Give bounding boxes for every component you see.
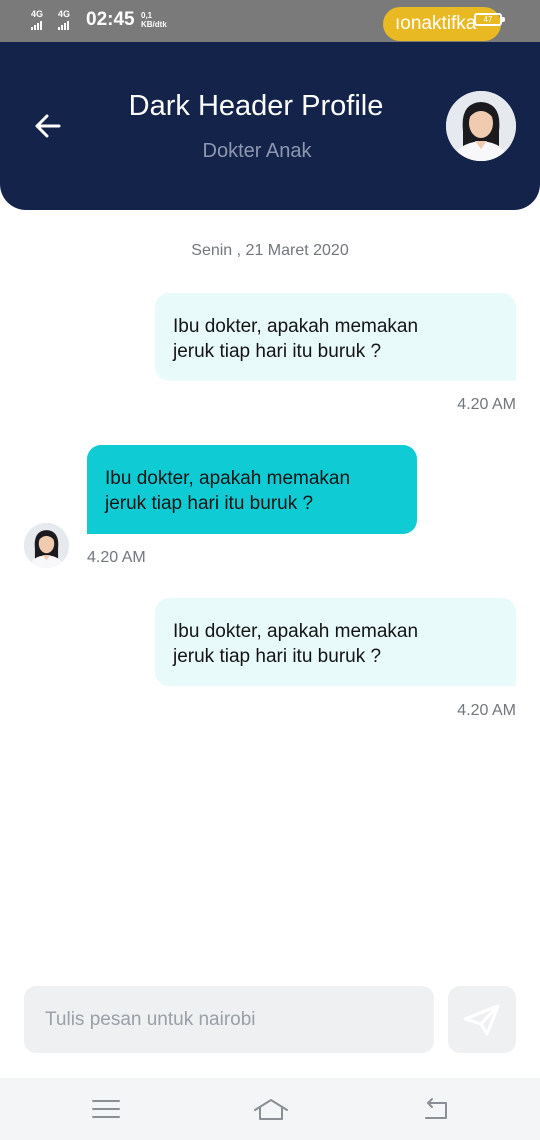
menu-icon[interactable] bbox=[90, 1094, 122, 1124]
network-label-2: 4G bbox=[58, 9, 71, 19]
profile-header: Dark Header Profile Dokter Anak bbox=[0, 42, 540, 210]
message-bubble-outgoing[interactable]: Ibu dokter, apakah memakan jeruk tiap ha… bbox=[155, 293, 516, 381]
message-time: 4.20 AM bbox=[457, 396, 516, 413]
send-icon bbox=[463, 1004, 500, 1036]
sender-avatar[interactable] bbox=[24, 523, 69, 568]
message-line: Ibu dokter, apakah memakan bbox=[173, 621, 419, 642]
doctor-avatar[interactable] bbox=[446, 91, 516, 161]
network-speed: 0,1 KB/dtk bbox=[141, 11, 167, 29]
speed-unit: KB/dtk bbox=[141, 20, 167, 29]
network-label-1: 4G bbox=[31, 9, 44, 19]
battery-icon: 47 bbox=[474, 13, 505, 26]
back-nav-icon[interactable] bbox=[420, 1094, 452, 1124]
message-line: jeruk tiap hari itu buruk ? bbox=[173, 646, 382, 667]
page-title: Dark Header Profile bbox=[128, 90, 384, 122]
speed-value: 0,1 bbox=[141, 11, 153, 20]
home-icon[interactable] bbox=[252, 1094, 290, 1124]
message-input[interactable] bbox=[24, 986, 434, 1053]
status-clock: 02:45 bbox=[86, 9, 135, 30]
signal-icon-2: 4G bbox=[58, 10, 70, 30]
message-line: Ibu dokter, apakah memakan bbox=[173, 316, 419, 337]
page-subtitle: Dokter Anak bbox=[202, 140, 312, 162]
message-bubble-outgoing[interactable]: Ibu dokter, apakah memakan jeruk tiap ha… bbox=[155, 598, 516, 686]
message-line: jeruk tiap hari itu buruk ? bbox=[105, 493, 314, 514]
message-bubble-incoming[interactable]: Ibu dokter, apakah memakan jeruk tiap ha… bbox=[87, 445, 417, 534]
send-button[interactable] bbox=[448, 986, 516, 1053]
message-line: jeruk tiap hari itu buruk ? bbox=[173, 341, 382, 362]
message-time: 4.20 AM bbox=[87, 549, 146, 566]
chat-date-label: Senin , 21 Maret 2020 bbox=[191, 242, 349, 259]
status-bar: 4G 4G 02:45 0,1 KB/dtk ıonaktifka 47 bbox=[0, 0, 540, 42]
message-time: 4.20 AM bbox=[457, 702, 516, 719]
system-nav-bar bbox=[0, 1078, 540, 1140]
message-line: Ibu dokter, apakah memakan bbox=[105, 468, 351, 489]
signal-icon-1: 4G bbox=[31, 10, 43, 30]
